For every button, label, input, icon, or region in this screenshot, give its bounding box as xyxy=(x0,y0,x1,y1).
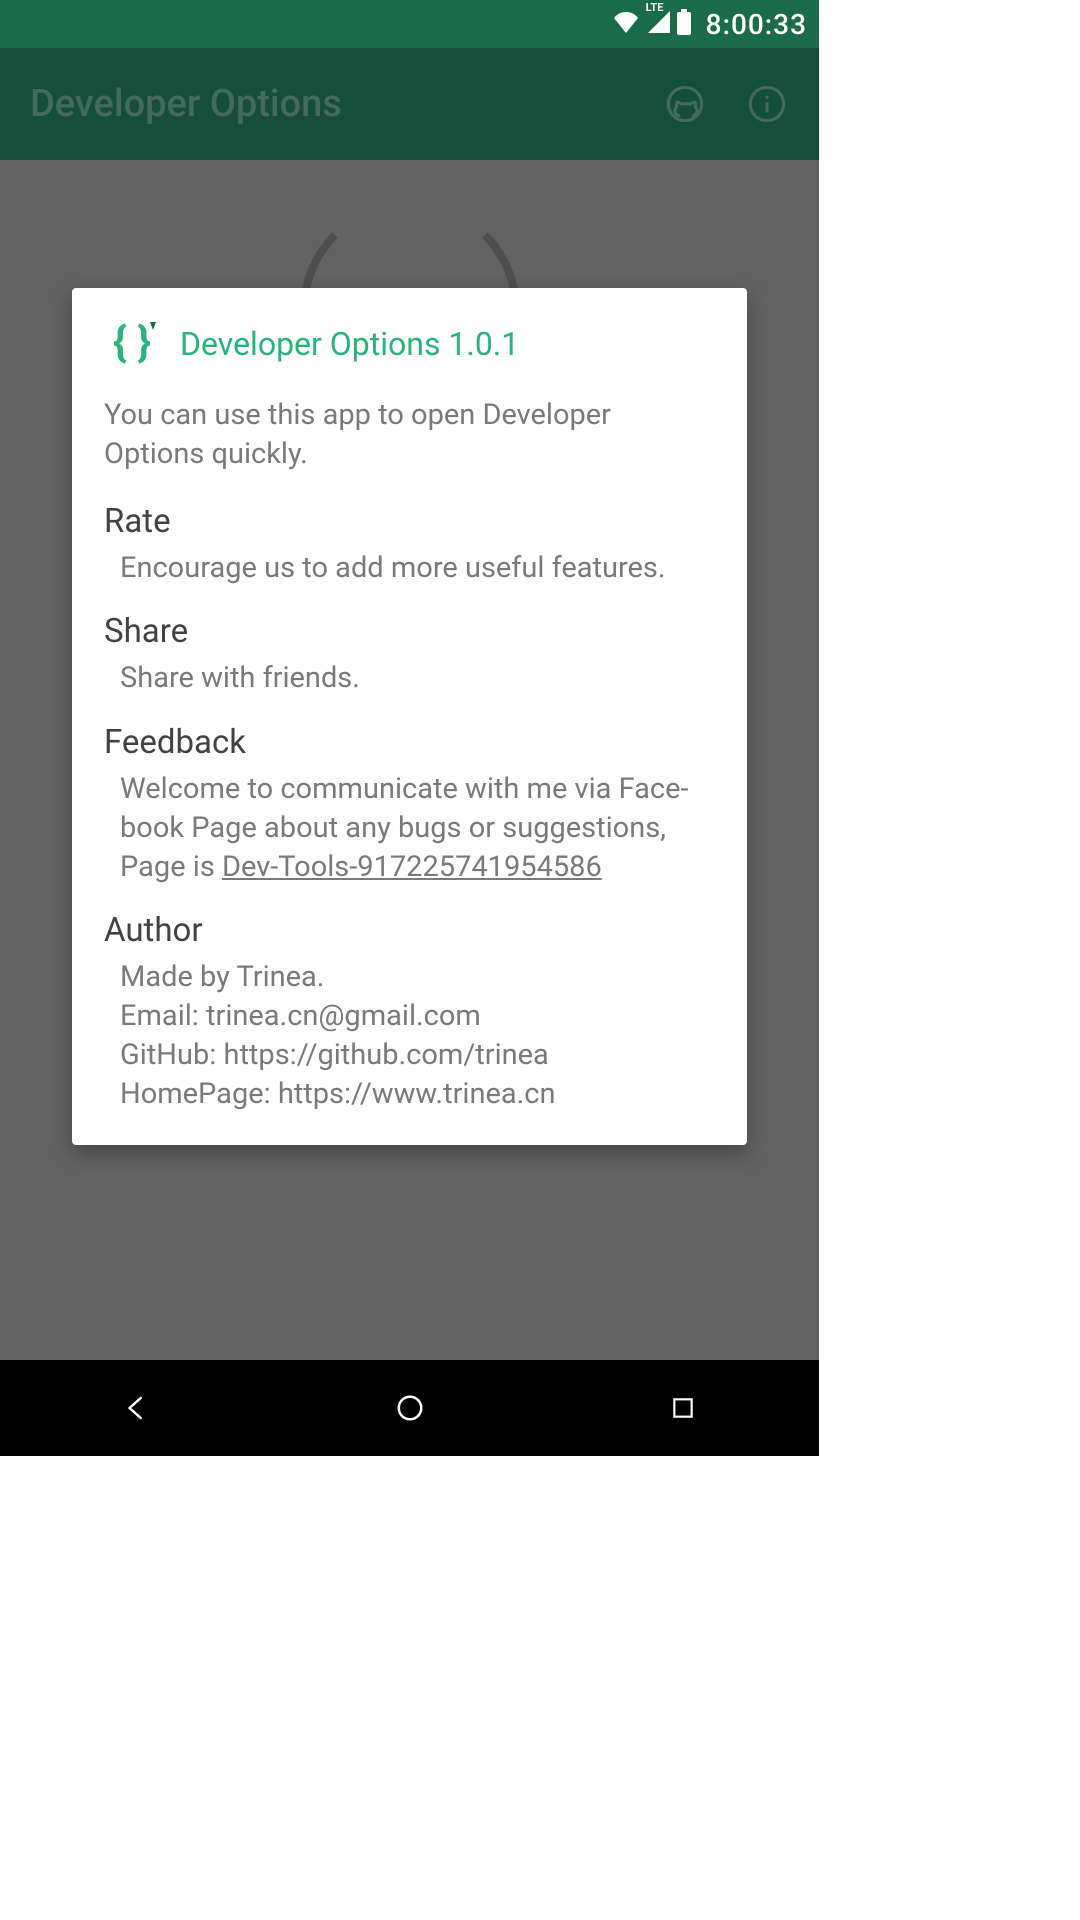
dialog-header: { } Developer Options 1.0.1 xyxy=(104,316,715,372)
author-body: Made by Trinea. Email: trinea.cn@gmail.c… xyxy=(104,958,715,1115)
rate-body: Encourage us to add more useful features… xyxy=(104,549,715,588)
feedback-link[interactable]: Dev-Tools-917225741954586 xyxy=(222,850,602,884)
lte-label: LTE xyxy=(646,1,664,14)
author-heading: Author xyxy=(104,911,715,950)
section-feedback[interactable]: Feedback Welcome to communicate with me … xyxy=(104,723,715,887)
dialog-intro: You can use this app to open Developer O… xyxy=(104,396,715,474)
wifi-icon xyxy=(612,11,640,37)
about-dialog: { } Developer Options 1.0.1 You can use … xyxy=(72,288,747,1145)
recent-apps-button[interactable] xyxy=(659,1384,707,1432)
screen: LTE 8:00:33 Developer Options xyxy=(0,0,819,1456)
section-author: Author Made by Trinea. Email: trinea.cn@… xyxy=(104,911,715,1115)
battery-icon xyxy=(676,9,692,39)
navigation-bar xyxy=(0,1360,819,1456)
action-bar: Developer Options xyxy=(0,48,819,160)
back-button[interactable] xyxy=(113,1384,161,1432)
dialog-title: Developer Options 1.0.1 xyxy=(180,325,519,363)
github-icon[interactable] xyxy=(663,82,707,126)
section-share[interactable]: Share Share with friends. xyxy=(104,612,715,698)
status-icons: LTE xyxy=(612,9,692,39)
page-title: Developer Options xyxy=(30,82,625,126)
home-button[interactable] xyxy=(386,1384,434,1432)
share-body: Share with friends. xyxy=(104,659,715,698)
feedback-heading: Feedback xyxy=(104,723,715,762)
rate-heading: Rate xyxy=(104,502,715,541)
app-icon: { } xyxy=(104,316,160,372)
cell-signal-icon: LTE xyxy=(646,11,670,37)
section-rate[interactable]: Rate Encourage us to add more useful fea… xyxy=(104,502,715,588)
feedback-body: Welcome to communicate with me via Face­… xyxy=(104,770,715,887)
status-bar: LTE 8:00:33 xyxy=(0,0,819,48)
svg-text:{ }: { } xyxy=(113,318,151,367)
status-time: 8:00:33 xyxy=(706,8,807,41)
info-icon[interactable] xyxy=(745,82,789,126)
share-heading: Share xyxy=(104,612,715,651)
